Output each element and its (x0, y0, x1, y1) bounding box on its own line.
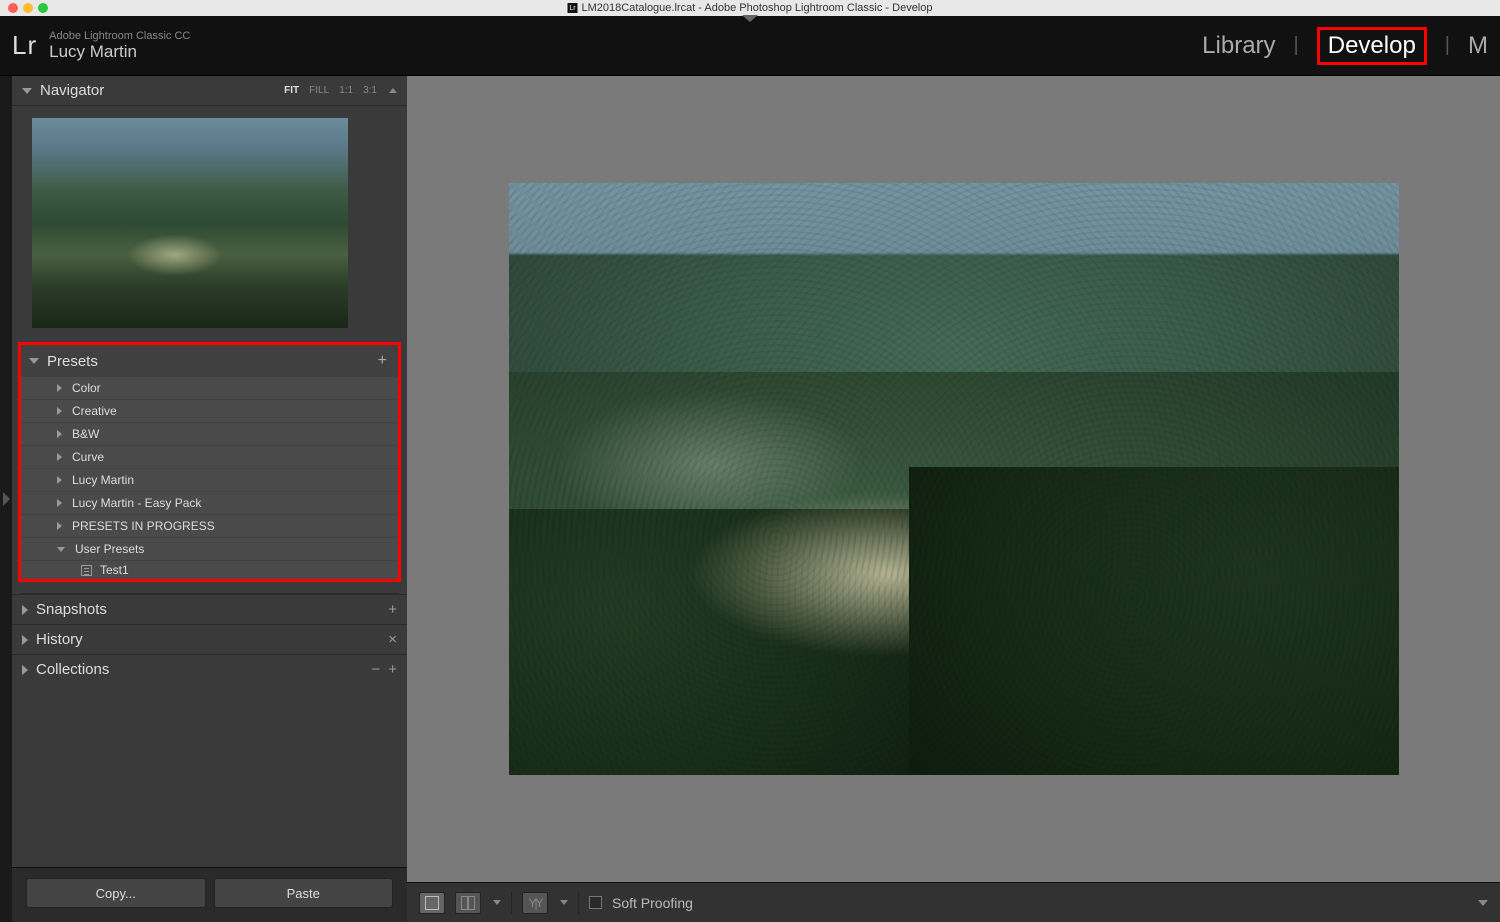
canvas-toolbar: Y|Y Soft Proofing (407, 882, 1500, 922)
preset-item-label: Test1 (100, 563, 129, 577)
tab-separator: | (1445, 34, 1450, 57)
toolbar-divider (511, 892, 512, 914)
chevron-down-icon (29, 358, 39, 364)
add-snapshot-button[interactable]: + (388, 601, 397, 618)
chevron-right-icon (22, 605, 28, 615)
window-close-button[interactable] (8, 3, 18, 13)
toolbar-divider (578, 892, 579, 914)
preset-group-curve[interactable]: Curve (21, 446, 398, 469)
lr-logo: Lr (12, 30, 37, 61)
view-dropdown-icon[interactable] (493, 900, 501, 905)
snapshots-panel-header[interactable]: Snapshots + (12, 594, 407, 624)
preset-group-in-progress[interactable]: PRESETS IN PROGRESS (21, 515, 398, 538)
soft-proofing-label: Soft Proofing (612, 895, 693, 911)
canvas-area: Y|Y Soft Proofing (407, 76, 1500, 922)
collections-panel-header[interactable]: Collections − + (12, 654, 407, 684)
identity-app-name: Adobe Lightroom Classic CC (49, 30, 190, 42)
left-panel: Navigator FIT FILL 1:1 3:1 Prese (12, 76, 407, 922)
toolbar-options-icon[interactable] (1478, 900, 1488, 906)
before-after-swap-button[interactable]: Y|Y (522, 892, 548, 914)
preset-group-creative[interactable]: Creative (21, 400, 398, 423)
preset-group-label: Creative (72, 402, 117, 420)
preset-group-easy-pack[interactable]: Lucy Martin - Easy Pack (21, 492, 398, 515)
chevron-down-icon (57, 547, 65, 552)
window-title: Lr LM2018Catalogue.lrcat - Adobe Photosh… (568, 2, 933, 14)
chevron-right-icon (57, 453, 62, 461)
remove-collection-button[interactable]: − (371, 661, 380, 678)
zoom-dropdown-icon[interactable] (389, 88, 397, 93)
preset-group-bw[interactable]: B&W (21, 423, 398, 446)
preset-icon (81, 565, 92, 576)
window-title-text: LM2018Catalogue.lrcat - Adobe Photoshop … (582, 2, 933, 14)
tab-separator: | (1294, 34, 1299, 57)
preset-group-user-presets[interactable]: User Presets (21, 538, 398, 561)
image-stage[interactable] (407, 76, 1500, 882)
left-bottom-buttons: Copy... Paste (12, 867, 407, 922)
lr-app-icon: Lr (568, 3, 578, 13)
chevron-right-icon (57, 499, 62, 507)
preset-group-label: User Presets (75, 540, 144, 558)
zoom-3-1[interactable]: 3:1 (363, 85, 377, 96)
paste-button[interactable]: Paste (214, 878, 394, 908)
zoom-1-1[interactable]: 1:1 (339, 85, 353, 96)
preset-item-test1[interactable]: Test1 (21, 561, 398, 579)
window-minimize-button[interactable] (23, 3, 33, 13)
presets-list: Color Creative B&W Curve Lucy Martin Luc… (21, 377, 398, 579)
snapshots-title: Snapshots (36, 601, 107, 618)
history-panel-header[interactable]: History × (12, 624, 407, 654)
presets-title: Presets (47, 353, 98, 370)
preset-group-lucy-martin[interactable]: Lucy Martin (21, 469, 398, 492)
preset-group-label: PRESETS IN PROGRESS (72, 517, 215, 535)
chevron-right-icon (22, 635, 28, 645)
copy-button[interactable]: Copy... (26, 878, 206, 908)
presets-panel-header[interactable]: Presets + (21, 345, 398, 377)
chevron-right-icon (57, 476, 62, 484)
chevron-right-icon (3, 492, 10, 506)
chevron-right-icon (57, 384, 62, 392)
zoom-fill[interactable]: FILL (309, 85, 329, 96)
presets-panel-highlight: Presets + Color Creative B&W Curve Lucy … (18, 342, 401, 582)
preset-group-label: Lucy Martin (72, 471, 134, 489)
navigator-zoom-controls: FIT FILL 1:1 3:1 (284, 85, 397, 96)
navigator-panel-header[interactable]: Navigator FIT FILL 1:1 3:1 (12, 76, 407, 106)
left-reveal-strip[interactable] (0, 76, 12, 922)
navigator-thumbnail[interactable] (32, 118, 348, 328)
navigator-title: Navigator (40, 82, 104, 99)
preset-group-label: Color (72, 379, 101, 397)
clear-history-button[interactable]: × (388, 631, 397, 648)
history-title: History (36, 631, 83, 648)
module-picker: Library | Develop | M (1202, 27, 1488, 65)
app-header: Lr Adobe Lightroom Classic CC Lucy Marti… (0, 16, 1500, 76)
before-after-lr-button[interactable] (455, 892, 481, 914)
identity-user-name: Lucy Martin (49, 42, 190, 62)
add-collection-button[interactable]: + (388, 661, 397, 678)
chevron-right-icon (57, 522, 62, 530)
reveal-menubar-icon[interactable] (742, 15, 758, 22)
add-preset-button[interactable]: + (375, 352, 390, 370)
chevron-right-icon (57, 407, 62, 415)
window-zoom-button[interactable] (38, 3, 48, 13)
chevron-down-icon (22, 88, 32, 94)
tab-develop[interactable]: Develop (1317, 27, 1427, 65)
preset-group-label: B&W (72, 425, 99, 443)
mac-titlebar: Lr LM2018Catalogue.lrcat - Adobe Photosh… (0, 0, 1500, 16)
preset-group-color[interactable]: Color (21, 377, 398, 400)
tab-library[interactable]: Library (1202, 32, 1275, 60)
navigator-body (12, 106, 407, 342)
preset-group-label: Curve (72, 448, 104, 466)
soft-proofing-checkbox[interactable] (589, 896, 602, 909)
chevron-right-icon (22, 665, 28, 675)
zoom-fit[interactable]: FIT (284, 85, 299, 96)
tab-m-truncated[interactable]: M (1468, 32, 1488, 60)
loupe-view-button[interactable] (419, 892, 445, 914)
photo-preview (509, 183, 1399, 775)
collections-title: Collections (36, 661, 109, 678)
chevron-right-icon (57, 430, 62, 438)
swap-dropdown-icon[interactable] (560, 900, 568, 905)
preset-group-label: Lucy Martin - Easy Pack (72, 494, 201, 512)
